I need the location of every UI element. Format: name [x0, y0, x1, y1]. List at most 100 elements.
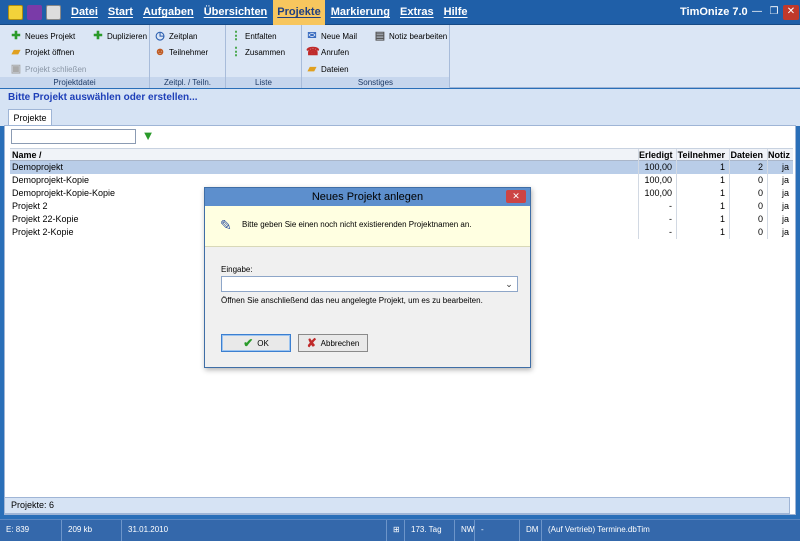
pencil-icon: ✎ [220, 217, 232, 233]
dialog-title: Neues Projekt anlegen [205, 188, 530, 206]
neues-projekt-button[interactable]: ✚ Neues Projekt [10, 29, 75, 43]
group-label: Projektdatei [0, 77, 149, 88]
status-nw: NW [455, 520, 475, 541]
menu-markierung[interactable]: Markierung [327, 0, 394, 25]
ribbon: ✚ Neues Projekt ✚ Duplizieren ▰ Projekt öff… [0, 25, 800, 88]
cell-teilnehmer: 1 [676, 174, 729, 187]
cell-dateien: 0 [729, 200, 767, 213]
neue-mail-button[interactable]: ✉ Neue Mail [306, 29, 357, 43]
menu-hilfe[interactable]: Hilfe [440, 0, 472, 25]
cell-teilnehmer: 1 [676, 161, 729, 174]
cell-dateien: 2 [729, 161, 767, 174]
cell-teilnehmer: 1 [676, 226, 729, 239]
cell-notiz: ja [767, 174, 793, 187]
cell-erledigt: - [638, 200, 676, 213]
menu-projekte[interactable]: Projekte [273, 0, 325, 25]
cell-name: Demoprojekt [12, 162, 64, 172]
project-count: Projekte: 6 [4, 497, 790, 514]
cell-notiz: ja [767, 187, 793, 200]
cell-dateien: 0 [729, 226, 767, 239]
cell-erledigt: - [638, 213, 676, 226]
tab-projekte[interactable]: Projekte [8, 109, 52, 126]
cell-teilnehmer: 1 [676, 213, 729, 226]
menu-start[interactable]: Start [104, 0, 137, 25]
menu-aufgaben[interactable]: Aufgaben [139, 0, 198, 25]
filter-input[interactable] [11, 129, 136, 144]
status-bar: E: 839 209 kb 31.01.2010 ⊞ 173. Tag NW -… [0, 519, 800, 541]
teilnehmer-button[interactable]: ☻ Teilnehmer [154, 45, 208, 59]
clock-icon: ◷ [155, 30, 165, 42]
zusammen-button[interactable]: ⋮ Zusammen [230, 45, 286, 59]
cell-notiz: ja [767, 161, 793, 174]
cell-erledigt: 100,00 [638, 187, 676, 200]
note-icon: ▤ [374, 30, 386, 42]
zeitplan-button[interactable]: ◷ Zeitplan [154, 29, 197, 43]
cross-icon: ✘ [306, 336, 317, 350]
group-projektdatei: ✚ Neues Projekt ✚ Duplizieren ▰ Projekt öff… [0, 25, 150, 88]
cell-erledigt: - [638, 226, 676, 239]
cell-dateien: 0 [729, 187, 767, 200]
expand-icon: ⋮ [230, 30, 242, 42]
group-label: Sonstiges [302, 77, 449, 88]
cell-erledigt: 100,00 [638, 174, 676, 187]
status-dm: DM [520, 520, 542, 541]
entfalten-button[interactable]: ⋮ Entfalten [230, 29, 277, 43]
menu-extras[interactable]: Extras [396, 0, 438, 25]
projekt-schliessen-button[interactable]: ▣ Projekt schließen [10, 62, 87, 76]
dialog-hint: Öffnen Sie anschließend das neu angelegt… [221, 296, 483, 305]
group-zeitpl: ◷ Zeitplan ☻ Teilnehmer Zeitpl. / Teiln. [150, 25, 226, 88]
folder-icon: ▰ [307, 63, 317, 75]
tab-strip: Projekte [0, 106, 800, 126]
collapse-icon: ⋮ [230, 46, 242, 58]
cell-teilnehmer: 1 [676, 187, 729, 200]
cell-name: Demoprojekt-Kopie [12, 175, 90, 185]
ok-button[interactable]: ✔ OK [221, 334, 291, 352]
people-icon: ☻ [154, 46, 166, 58]
cell-notiz: ja [767, 200, 793, 213]
group-sonstiges: ✉ Neue Mail ▤ Notiz bearbeiten ☎ Anrufen ▰ D… [302, 25, 450, 88]
minimize-icon[interactable]: — [749, 5, 765, 20]
table-row[interactable]: Demoprojekt-Kopie 100,00 1 0 ja [10, 174, 793, 187]
network-icon: ⊞ [387, 520, 405, 541]
save-icon[interactable] [27, 5, 42, 20]
dialog-message-area: ✎ Bitte geben Sie einen noch nicht exist… [205, 206, 530, 247]
status-e: E: 839 [0, 520, 62, 541]
new-project-dialog: Neues Projekt anlegen ✕ ✎ Bitte geben Si… [204, 187, 531, 368]
restore-icon[interactable]: ❐ [766, 5, 782, 20]
grid-header: Name / Erledigt Teilnehmer Dateien Notiz [10, 148, 793, 162]
dialog-message: Bitte geben Sie einen noch nicht existie… [242, 220, 472, 229]
plus-icon: ✚ [93, 30, 103, 42]
anrufen-button[interactable]: ☎ Anrufen [306, 45, 349, 59]
status-file: (Auf Vertrieb) Termine.dbTim [548, 525, 650, 534]
menu-uebersichten[interactable]: Übersichten [200, 0, 272, 25]
group-label: Zeitpl. / Teiln. [150, 77, 225, 88]
filter-icon[interactable]: ▼ [141, 129, 155, 143]
dateien-button[interactable]: ▰ Dateien [306, 62, 349, 76]
mail-icon[interactable] [46, 5, 61, 20]
eingabe-label: Eingabe: [221, 265, 253, 274]
folder-icon: ▰ [11, 46, 21, 58]
status-dash: - [475, 520, 520, 541]
close-icon[interactable]: ✕ [506, 190, 526, 203]
status-size: 209 kb [62, 520, 122, 541]
menu-datei[interactable]: Datei [67, 0, 102, 25]
cancel-button[interactable]: ✘ Abbrechen [298, 334, 368, 352]
duplizieren-button[interactable]: ✚ Duplizieren [92, 29, 147, 43]
cell-teilnehmer: 1 [676, 200, 729, 213]
projekt-oeffnen-button[interactable]: ▰ Projekt öffnen [10, 45, 74, 59]
check-icon: ✔ [243, 336, 254, 350]
group-liste: ⋮ Entfalten ⋮ Zusammen Liste [226, 25, 302, 88]
main-menu: Datei Start Aufgaben Übersichten Projekt… [67, 0, 473, 25]
cell-dateien: 0 [729, 174, 767, 187]
prompt-bar: Bitte Projekt auswählen oder erstellen..… [0, 89, 800, 106]
status-date: 31.01.2010 [122, 520, 387, 541]
mail-icon: ✉ [307, 30, 317, 42]
title-bar: Datei Start Aufgaben Übersichten Projekt… [0, 0, 800, 25]
app-icon[interactable] [8, 5, 23, 20]
eingabe-combobox[interactable]: ⌄ [221, 276, 518, 292]
notiz-bearbeiten-button[interactable]: ▤ Notiz bearbeiten [374, 29, 447, 43]
close-icon[interactable]: ✕ [783, 5, 799, 20]
table-row[interactable]: Demoprojekt 100,00 1 2 ja [10, 161, 793, 174]
chevron-down-icon[interactable]: ⌄ [503, 277, 515, 291]
cell-dateien: 0 [729, 213, 767, 226]
